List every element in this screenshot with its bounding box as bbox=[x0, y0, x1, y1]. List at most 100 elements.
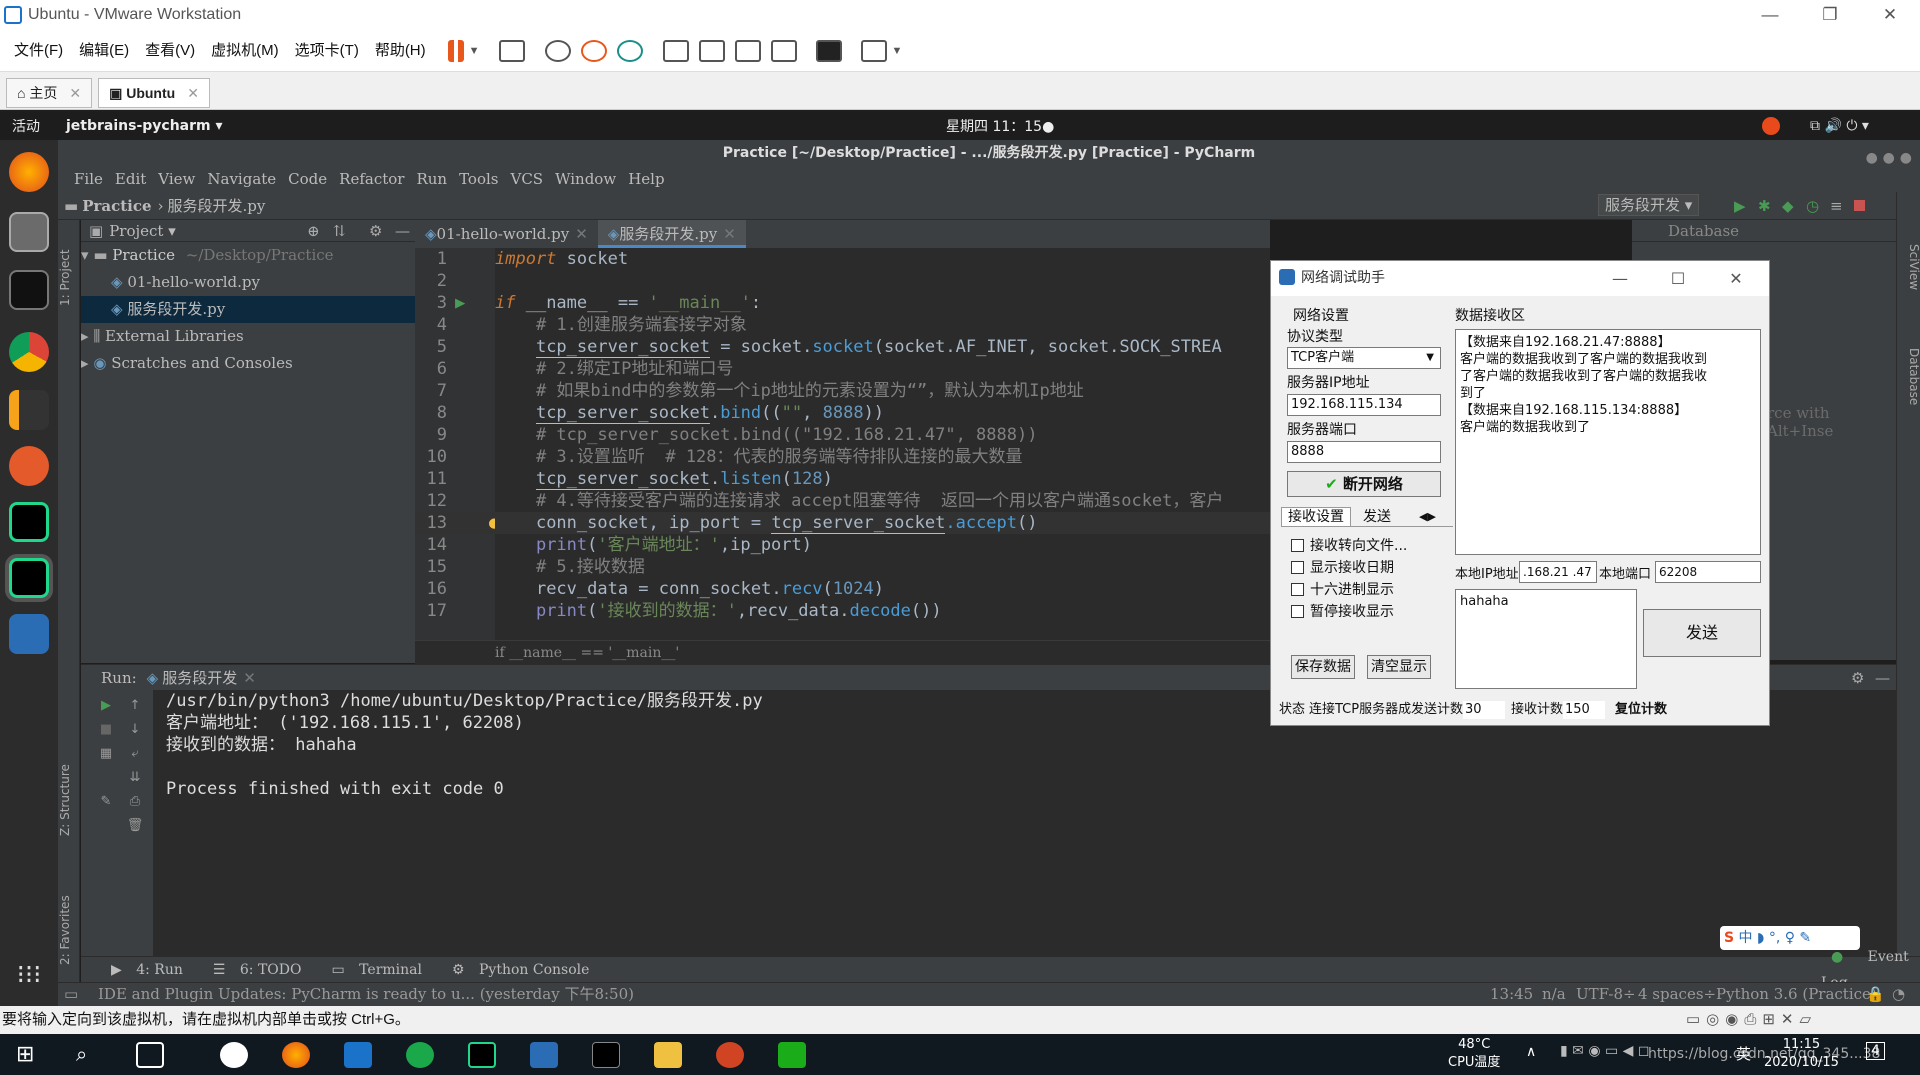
snapshot-manager-icon[interactable] bbox=[616, 39, 643, 62]
thumbnail-bar-icon[interactable] bbox=[698, 39, 725, 62]
tab-run[interactable]: ▶ 4: Run bbox=[101, 957, 203, 983]
tab-send-settings[interactable]: 发送 bbox=[1363, 507, 1391, 527]
menu-edit[interactable]: 编辑(E) bbox=[71, 30, 137, 72]
build-icon[interactable]: ≡ bbox=[1830, 197, 1843, 215]
option-hex[interactable]: 十六进制显示 bbox=[1291, 579, 1394, 599]
server-port-input[interactable]: 8888 bbox=[1287, 441, 1441, 463]
send-ctrl-alt-del-icon[interactable] bbox=[498, 39, 525, 62]
console-view-icon[interactable] bbox=[815, 39, 842, 62]
pycharm-icon[interactable] bbox=[9, 502, 49, 542]
inspector-icon[interactable]: ◔ bbox=[1892, 983, 1905, 1005]
caret-position[interactable]: 13:45 bbox=[1490, 983, 1533, 1005]
sogou-icon[interactable] bbox=[1762, 117, 1780, 135]
run-gutter-icon[interactable]: ▶ bbox=[455, 292, 465, 314]
debug-icon[interactable]: ✱ bbox=[1758, 197, 1771, 215]
option-show-date[interactable]: 显示接收日期 bbox=[1291, 557, 1394, 577]
option-pause[interactable]: 暂停接收显示 bbox=[1291, 601, 1394, 621]
menu-window[interactable]: Window bbox=[549, 166, 622, 192]
activities-button[interactable]: 活动 bbox=[12, 116, 40, 136]
server-ip-input[interactable]: 192.168.115.134 bbox=[1287, 394, 1441, 416]
pin-icon[interactable]: ✎ bbox=[96, 794, 116, 809]
show-apps-icon[interactable]: ⁝⁝⁝ bbox=[9, 960, 49, 1000]
recv-area[interactable]: 【数据来自192.168.21.47:8888】 客户端的数据我收到了客户端的数… bbox=[1455, 329, 1761, 555]
restore-icon[interactable]: ❐ bbox=[1800, 0, 1860, 30]
windows-start-icon[interactable]: ⊞ bbox=[16, 1042, 44, 1068]
close-icon[interactable]: ✕ bbox=[723, 225, 736, 243]
revert-snapshot-icon[interactable] bbox=[580, 39, 607, 62]
coverage-icon[interactable]: ◆ bbox=[1782, 197, 1794, 215]
minimize-icon[interactable]: — bbox=[1591, 261, 1649, 296]
tab-ubuntu[interactable]: ▣ Ubuntu ✕ bbox=[98, 78, 210, 108]
stop-icon[interactable] bbox=[1854, 200, 1865, 211]
line-separator[interactable]: n/a bbox=[1542, 983, 1566, 1005]
code-breadcrumb[interactable]: if __name__ == '__main__' bbox=[415, 640, 1270, 664]
locate-icon[interactable]: ⊕ bbox=[307, 220, 320, 242]
fullscreen-icon[interactable] bbox=[734, 39, 761, 62]
send-input[interactable]: hahaha bbox=[1455, 589, 1637, 689]
menu-view[interactable]: View bbox=[152, 166, 201, 192]
network-tool-icon[interactable] bbox=[530, 1042, 558, 1068]
run-config-select[interactable]: 服务段开发 ▾ bbox=[1598, 194, 1700, 216]
folder-icon[interactable] bbox=[654, 1042, 682, 1068]
indent-setting[interactable]: 4 spaces÷ bbox=[1638, 983, 1716, 1005]
minimize-icon[interactable]: — bbox=[1740, 0, 1800, 30]
search-icon[interactable]: ⌕ bbox=[76, 1042, 104, 1068]
menu-tools[interactable]: Tools bbox=[453, 166, 504, 192]
run-tab[interactable]: 服务段开发 bbox=[162, 667, 237, 688]
tool-database[interactable]: Database bbox=[1899, 332, 1920, 422]
menu-edit[interactable]: Edit bbox=[109, 166, 152, 192]
sidebar-toggle-icon[interactable] bbox=[662, 39, 689, 62]
tab-scroll-icon[interactable]: ◀▶ bbox=[1419, 507, 1436, 527]
menu-file[interactable]: File bbox=[68, 166, 109, 192]
wechat-icon[interactable] bbox=[778, 1042, 806, 1068]
tool-project[interactable]: 1: Project bbox=[58, 238, 80, 318]
send-button[interactable]: 发送 bbox=[1643, 609, 1761, 657]
terminal-icon[interactable] bbox=[592, 1042, 620, 1068]
gear-icon[interactable]: ⚙ bbox=[1851, 669, 1864, 687]
menu-refactor[interactable]: Refactor bbox=[333, 166, 410, 192]
menu-file[interactable]: 文件(F) bbox=[6, 30, 71, 72]
print-icon[interactable]: ⎙ bbox=[125, 794, 145, 809]
tree-external-libraries[interactable]: ▸ ⫼ External Libraries bbox=[81, 323, 415, 350]
reset-count-button[interactable]: 复位计数 bbox=[1615, 695, 1667, 725]
cpu-temp[interactable]: 48°C CPU温度 bbox=[1448, 1036, 1500, 1072]
task-view-icon[interactable] bbox=[136, 1042, 164, 1068]
editor-tab[interactable]: ◈01-hello-world.py ✕ bbox=[415, 220, 598, 248]
gear-icon[interactable]: ⚙ bbox=[369, 220, 382, 242]
maximize-icon[interactable]: ☐ bbox=[1649, 261, 1707, 296]
clock[interactable]: 星期四 11：15● bbox=[946, 116, 1054, 136]
unity-icon[interactable] bbox=[770, 39, 797, 62]
firefox-icon[interactable] bbox=[282, 1042, 310, 1068]
close-icon[interactable]: ✕ bbox=[1860, 0, 1920, 30]
ime-toolbar[interactable]: S 中 ◗ °, ♀ ✎ bbox=[1720, 926, 1860, 950]
tree-file[interactable]: ◈ 01-hello-world.py bbox=[81, 269, 415, 296]
close-icon[interactable]: ✕ bbox=[1707, 261, 1765, 296]
menu-code[interactable]: Code bbox=[282, 166, 333, 192]
tab-python-console[interactable]: ⚙ Python Console bbox=[442, 957, 609, 983]
menu-view[interactable]: 查看(V) bbox=[137, 30, 203, 72]
save-data-button[interactable]: 保存数据 bbox=[1291, 655, 1355, 679]
breadcrumb-project[interactable]: Practice bbox=[82, 197, 151, 215]
terminal-icon[interactable] bbox=[9, 270, 49, 310]
system-tray-icon[interactable]: ⧉ 🔊 ⏻ ▾ bbox=[1810, 118, 1869, 134]
browser-icon[interactable] bbox=[406, 1042, 434, 1068]
chrome-icon[interactable] bbox=[9, 332, 49, 372]
powerpoint-icon[interactable] bbox=[716, 1042, 744, 1068]
tree-file-selected[interactable]: ◈ 服务段开发.py bbox=[81, 296, 415, 323]
local-ip-input[interactable]: .168.21 .47 bbox=[1519, 561, 1597, 583]
tool-sciview[interactable]: SciView bbox=[1899, 232, 1920, 302]
device-status-icons[interactable]: ▭◎◉⎙⊞✕▱ bbox=[1686, 1006, 1817, 1034]
snapshot-icon[interactable] bbox=[544, 39, 571, 62]
app-menu[interactable]: jetbrains-pycharm ▾ bbox=[66, 118, 223, 134]
stop-icon[interactable]: ■ bbox=[96, 722, 116, 737]
tab-terminal[interactable]: ▭ Terminal bbox=[321, 957, 442, 983]
menu-navigate[interactable]: Navigate bbox=[201, 166, 282, 192]
interpreter[interactable]: Python 3.6 (Practice) bbox=[1716, 983, 1877, 1005]
clear-display-button[interactable]: 清空显示 bbox=[1367, 655, 1431, 679]
menu-vcs[interactable]: VCS bbox=[505, 166, 550, 192]
stretch-icon[interactable] bbox=[860, 39, 887, 62]
breadcrumb-file[interactable]: 服务段开发.py bbox=[168, 195, 266, 216]
project-view-select[interactable]: Project ▾ bbox=[109, 220, 176, 242]
tool-structure[interactable]: Z: Structure bbox=[58, 750, 80, 850]
menu-tabs[interactable]: 选项卡(T) bbox=[287, 30, 367, 72]
